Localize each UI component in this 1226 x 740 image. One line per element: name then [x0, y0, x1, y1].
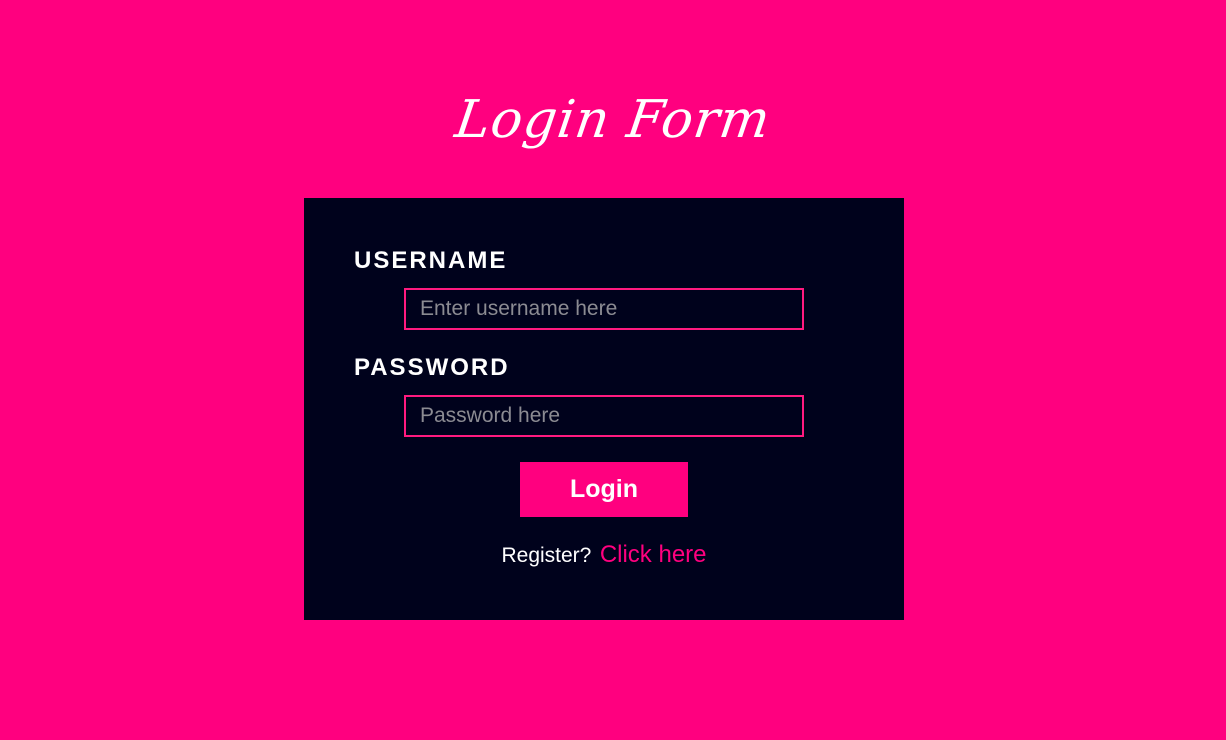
username-label: USERNAME [354, 247, 508, 274]
username-input[interactable] [404, 288, 804, 330]
login-button[interactable]: Login [520, 462, 688, 517]
page-title: Login Form [451, 90, 775, 150]
register-prompt: Register? [501, 544, 592, 567]
register-link[interactable]: Click here [600, 541, 707, 568]
register-row: Register? Click here [304, 538, 904, 575]
password-input[interactable] [404, 395, 804, 437]
password-label: PASSWORD [354, 354, 510, 381]
login-form-card: USERNAME PASSWORD Login Register? Click … [304, 198, 904, 620]
